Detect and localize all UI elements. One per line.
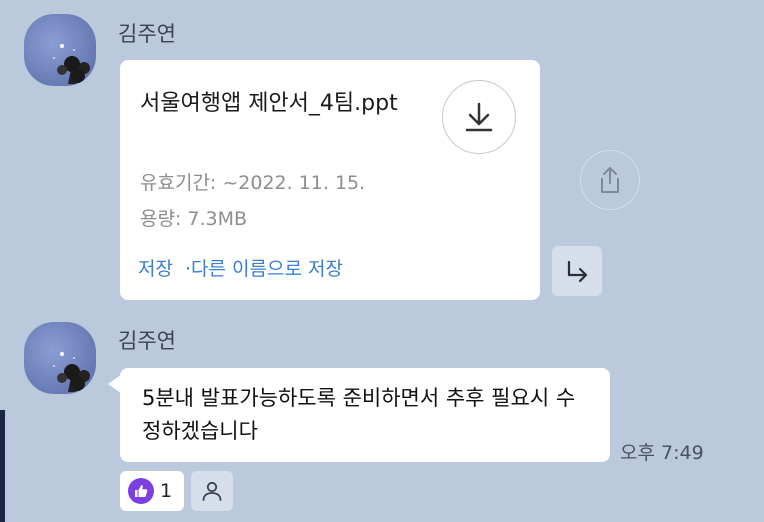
avatar-image (53, 44, 90, 84)
like-reaction[interactable]: 1 (120, 471, 184, 511)
file-actions: 저장 ·다른 이름으로 저장 (138, 254, 349, 281)
reaction-count: 1 (160, 480, 173, 502)
share-icon (601, 167, 619, 193)
share-button[interactable] (580, 150, 640, 210)
save-as-link[interactable]: ·다른 이름으로 저장 (185, 258, 343, 280)
file-size: 용량: 7.3MB (140, 208, 248, 230)
avatar[interactable] (24, 14, 96, 86)
download-button[interactable] (442, 80, 516, 154)
sender-name: 김주연 (118, 329, 176, 353)
person-icon (202, 481, 222, 501)
message-bubble[interactable]: 5분내 발표가능하도록 준비하면서 추후 필요시 수정하겠습니다 (120, 368, 610, 462)
save-link[interactable]: 저장 (138, 258, 173, 280)
avatar[interactable] (24, 322, 96, 394)
forward-icon (567, 260, 588, 283)
avatar-image (53, 352, 90, 392)
forward-button[interactable] (552, 246, 602, 296)
message-text: 5분내 발표가능하도록 준비하면서 추후 필요시 수정하겠습니다 (142, 386, 576, 443)
file-expiry: 유효기간: ~2022. 11. 15. (140, 172, 366, 194)
thumbs-up-icon (128, 478, 154, 504)
reaction-members-button[interactable] (191, 471, 233, 511)
window-edge (0, 410, 5, 522)
file-name: 서울여행앱 제안서_4팀.ppt (140, 91, 398, 116)
sender-name: 김주연 (118, 22, 176, 46)
file-attachment-card[interactable]: 서울여행앱 제안서_4팀.ppt 유효기간: ~2022. 11. 15. 용량… (120, 60, 540, 300)
message-time: 오후 7:49 (620, 442, 704, 464)
download-icon (465, 102, 493, 132)
